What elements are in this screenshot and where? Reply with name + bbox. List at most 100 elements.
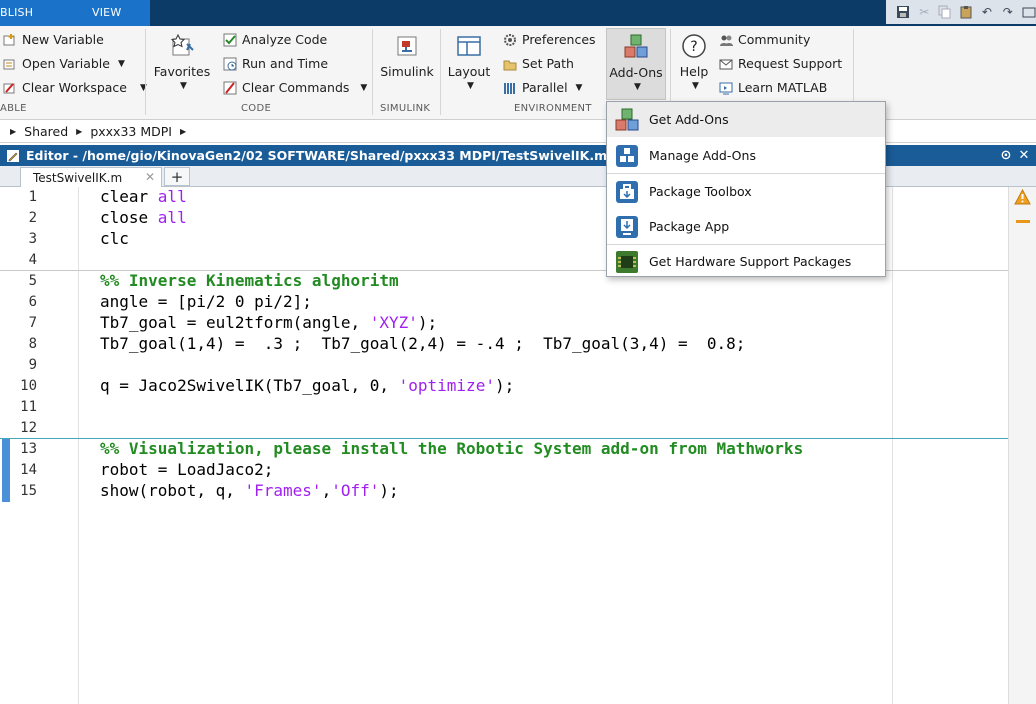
chevron-down-icon: ▼	[117, 58, 125, 69]
chevron-right-icon[interactable]: ▶	[180, 127, 186, 136]
gear-icon	[502, 32, 517, 47]
switch-windows-icon[interactable]	[1021, 4, 1036, 20]
help-button[interactable]: ? Help ▼	[676, 32, 712, 91]
simulink-button[interactable]: Simulink	[378, 32, 436, 79]
editor-title: Editor - /home/gio/KinovaGen2/02 SOFTWAR…	[26, 148, 608, 163]
open-variable-label: Open Variable	[22, 56, 110, 71]
line-text: Tb7_goal(1,4) = .3 ; Tb7_goal(2,4) = -.4…	[100, 334, 745, 353]
favorites-button[interactable]: Favorites ▼	[152, 32, 212, 91]
code-line[interactable]: 15 show(robot, q, 'Frames','Off');	[0, 481, 1008, 502]
tab-view-label[interactable]: VIEW	[92, 6, 121, 19]
parallel-label: Parallel	[522, 80, 568, 95]
request-support-button[interactable]: Request Support	[718, 56, 842, 71]
tab-publish[interactable]: BLISH VIEW	[0, 0, 150, 26]
run-and-time-icon	[222, 56, 237, 71]
menu-item-package-app[interactable]: Package App	[607, 209, 885, 244]
line-number: 2	[28, 210, 37, 226]
add-ons-menu: Get Add-Ons Manage Add-Ons Package Toolb…	[606, 101, 886, 277]
code-line[interactable]: 12	[0, 418, 1008, 439]
paste-icon[interactable]	[959, 4, 974, 20]
open-variable-button[interactable]: Open Variable ▼	[2, 56, 125, 71]
token-text: ,	[321, 481, 332, 500]
layout-button[interactable]: Layout ▼	[446, 32, 492, 91]
line-number: 13	[20, 441, 37, 457]
learn-matlab-button[interactable]: Learn MATLAB	[718, 80, 827, 95]
open-variable-icon	[2, 56, 17, 71]
undo-icon[interactable]: ↶	[979, 4, 994, 20]
new-variable-icon	[2, 32, 17, 47]
analyze-code-icon	[222, 32, 237, 47]
warning-marker[interactable]	[1016, 220, 1030, 223]
layout-label: Layout	[447, 64, 491, 79]
token-text: angle = [pi/2 0 pi/2];	[100, 292, 312, 311]
code-line[interactable]: 8 Tb7_goal(1,4) = .3 ; Tb7_goal(2,4) = -.…	[0, 334, 1008, 355]
request-support-label: Request Support	[738, 56, 843, 71]
chevron-down-icon: ▼	[692, 81, 699, 91]
preferences-button[interactable]: Preferences	[502, 32, 596, 47]
clear-commands-button[interactable]: Clear Commands ▼	[222, 80, 367, 95]
favorites-icon	[170, 33, 194, 56]
code-line[interactable]: 14 robot = LoadJaco2;	[0, 460, 1008, 481]
chevron-right-icon[interactable]: ▶	[10, 127, 16, 136]
save-icon[interactable]	[896, 4, 911, 20]
file-tab-label: TestSwivelIK.m	[33, 170, 123, 185]
editor-icon	[7, 149, 19, 162]
code-line[interactable]: 6 angle = [pi/2 0 pi/2];	[0, 292, 1008, 313]
code-line[interactable]: 9	[0, 355, 1008, 376]
redo-icon[interactable]: ↷	[1000, 4, 1015, 20]
new-variable-button[interactable]: New Variable	[2, 32, 104, 47]
environment-section-label: ENVIRONMENT	[514, 103, 592, 114]
line-number: 5	[28, 273, 37, 289]
clear-commands-label: Clear Commands	[242, 80, 350, 95]
token-cmt: %% Inverse Kinematics alghoritm	[100, 271, 399, 290]
set-path-label: Set Path	[522, 56, 574, 71]
analyze-code-button[interactable]: Analyze Code	[222, 32, 327, 47]
community-button[interactable]: Community	[718, 32, 810, 47]
actions-menu-icon[interactable]: ⊙	[998, 147, 1014, 163]
token-cmt: %% Visualization, please install the Rob…	[100, 439, 804, 458]
copy-icon[interactable]	[938, 4, 953, 20]
line-text: clear all	[100, 187, 187, 206]
menu-item-manage-add-ons[interactable]: Manage Add-Ons	[607, 138, 885, 173]
analyze-code-label: Analyze Code	[242, 32, 328, 47]
menu-item-get-add-ons[interactable]: Get Add-Ons	[607, 102, 885, 137]
toolstrip-tab-bar: BLISH VIEW ✂ ↶ ↷	[0, 0, 1036, 26]
breadcrumb-item-pxxx33[interactable]: pxxx33 MDPI	[90, 124, 172, 139]
set-path-button[interactable]: Set Path	[502, 56, 574, 71]
chevron-right-icon[interactable]: ▶	[76, 127, 82, 136]
simulink-icon	[397, 36, 417, 56]
menu-item-hardware-support[interactable]: Get Hardware Support Packages	[607, 244, 885, 279]
line-number: 7	[28, 315, 37, 331]
parallel-button[interactable]: Parallel ▼	[502, 80, 582, 95]
help-label: Help	[679, 64, 709, 79]
run-and-time-button[interactable]: Run and Time	[222, 56, 328, 71]
clear-commands-icon	[222, 80, 237, 95]
breadcrumb-item-shared[interactable]: Shared	[24, 124, 68, 139]
cut-icon[interactable]: ✂	[917, 4, 932, 20]
help-icon: ?	[682, 34, 706, 58]
menu-item-label: Get Add-Ons	[649, 112, 729, 127]
line-text: clc	[100, 229, 129, 248]
section-divider	[440, 29, 441, 115]
file-tab[interactable]: TestSwivelIK.m ✕	[20, 167, 162, 187]
section-divider	[372, 29, 373, 115]
new-tab-button[interactable]: +	[164, 167, 190, 186]
code-line[interactable]: 11	[0, 397, 1008, 418]
code-line[interactable]: 7 Tb7_goal = eul2tform(angle, 'XYZ');	[0, 313, 1008, 334]
menu-item-package-toolbox[interactable]: Package Toolbox	[607, 174, 885, 209]
community-label: Community	[738, 32, 811, 47]
favorites-label: Favorites	[153, 64, 211, 79]
add-ons-button[interactable]: Add-Ons ▼	[606, 28, 666, 100]
code-line[interactable]: 10 q = Jaco2SwivelIK(Tb7_goal, 0, 'optimi…	[0, 376, 1008, 397]
line-text: Tb7_goal = eul2tform(angle, 'XYZ');	[100, 313, 437, 332]
token-text: show(robot, q,	[100, 481, 245, 500]
code-section-label: CODE	[241, 103, 272, 114]
close-icon[interactable]: ✕	[1016, 147, 1032, 163]
line-number: 10	[20, 378, 37, 394]
clear-workspace-button[interactable]: Clear Workspace ▼	[2, 80, 147, 95]
token-text: );	[494, 376, 515, 395]
close-tab-icon[interactable]: ✕	[145, 170, 155, 184]
code-line[interactable]: 13 %% Visualization, please install the R…	[0, 439, 1008, 460]
community-icon	[718, 32, 733, 47]
warning-icon[interactable]	[1014, 189, 1031, 205]
